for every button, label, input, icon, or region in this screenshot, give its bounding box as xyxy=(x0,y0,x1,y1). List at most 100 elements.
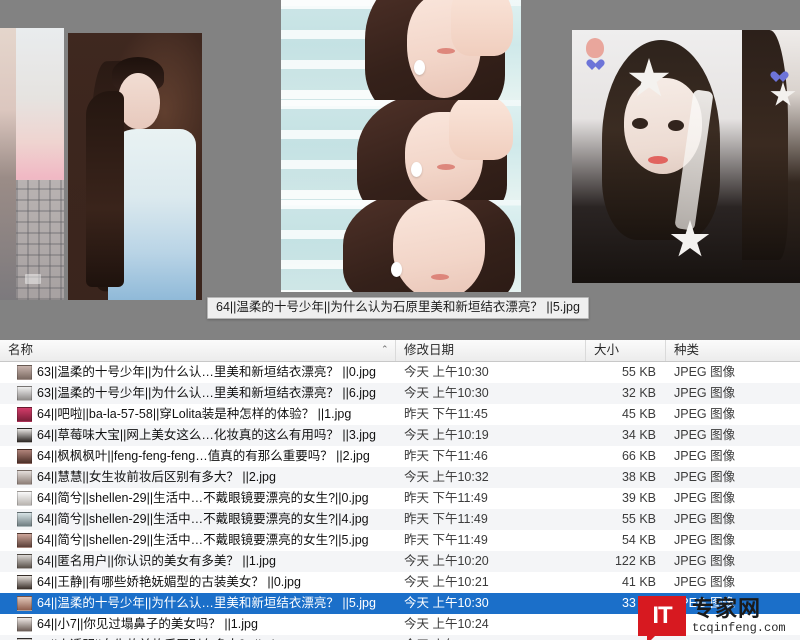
thumbnail-icon xyxy=(17,470,32,485)
column-header-name[interactable]: 名称 xyxy=(0,340,396,361)
file-size-cell: 41 KB xyxy=(621,575,656,589)
thumbnail-icon xyxy=(17,449,32,464)
file-size-cell xyxy=(566,635,656,640)
hand-shape xyxy=(451,0,513,56)
lips-shape xyxy=(648,156,668,164)
file-kind-cell: JPEG 图像 xyxy=(674,554,736,568)
triptych-pane-3 xyxy=(281,200,521,292)
file-date-cell: 今天 上午10:26 xyxy=(404,635,584,640)
file-kind-cell: JPEG 图像 xyxy=(674,407,736,421)
preview-photo-triptych[interactable] xyxy=(281,0,521,292)
file-date-cell: 昨天 下午11:49 xyxy=(404,491,488,505)
photo-content xyxy=(68,33,202,300)
hand-shape xyxy=(449,100,513,160)
table-row[interactable]: 63||温柔的十号少年||为什么认…里美和新垣结衣漂亮？ ||0.jpg 今天 上… xyxy=(0,362,800,383)
file-date-cell: 今天 上午10:21 xyxy=(404,575,489,589)
table-row[interactable]: 64||简兮||shellen-29||生活中…不戴眼镜要漂亮的女生?||4.j… xyxy=(0,509,800,530)
file-kind-cell: JPEG 图像 xyxy=(674,470,736,484)
table-row[interactable]: 64||小透明||女生妆前妆后区别有多大？ ||3.jpg 今天 上午10:26 xyxy=(0,635,800,640)
lips-shape xyxy=(437,164,455,170)
thumbnail-icon xyxy=(17,365,32,380)
heart-sticker-icon xyxy=(592,60,605,72)
file-size-cell: 66 KB xyxy=(621,449,656,463)
lips-shape xyxy=(437,48,455,54)
table-row[interactable]: 64||温柔的十号少年||为什么认…里美和新垣结衣漂亮？ ||5.jpg 今天 上… xyxy=(0,593,800,614)
file-name-cell: 64||王静||有哪些娇艳妩媚型的古装美女？ ||0.jpg xyxy=(37,575,301,589)
thumbnail-icon xyxy=(17,386,32,401)
file-name-cell: 64||慧慧||女生妆前妆后区别有多大？ ||2.jpg xyxy=(37,470,276,484)
face-shape xyxy=(118,73,160,129)
earring-shape xyxy=(411,162,422,177)
earring-shape xyxy=(391,262,402,277)
file-kind-cell: JPEG 图像 xyxy=(674,428,736,442)
thumbnail-icon xyxy=(17,428,32,443)
file-kind-cell: JPEG 图像 xyxy=(674,365,736,379)
file-size-cell: 54 KB xyxy=(621,533,656,547)
file-kind-cell: JPEG 图像 xyxy=(674,386,736,400)
table-row[interactable]: 64||简兮||shellen-29||生活中…不戴眼镜要漂亮的女生?||0.j… xyxy=(0,488,800,509)
file-name-cell: 64||匿名用户||你认识的美女有多美？ ||1.jpg xyxy=(37,554,276,568)
eye-shape xyxy=(632,118,648,129)
file-date-cell: 今天 上午10:32 xyxy=(404,470,489,484)
file-size-cell: 122 KB xyxy=(614,554,656,568)
file-size-cell xyxy=(566,614,656,635)
heart-sticker-icon xyxy=(776,72,789,84)
table-row[interactable]: 64||枫枫枫叶||feng-feng-feng…值真的有那么重要吗？ ||2.… xyxy=(0,446,800,467)
image-preview-area: 64||温柔的十号少年||为什么认为石原里美和新垣结衣漂亮？ ||5.jpg xyxy=(0,0,800,340)
table-row[interactable]: 64||慧慧||女生妆前妆后区别有多大？ ||2.jpg 今天 上午10:32 38… xyxy=(0,467,800,488)
table-row[interactable]: 64||小7||你见过塌鼻子的美女吗？ ||1.jpg 今天 上午10:24 xyxy=(0,614,800,635)
file-name-cell: 64||温柔的十号少年||为什么认…里美和新垣结衣漂亮？ ||5.jpg xyxy=(37,596,376,610)
file-name-cell: 64||简兮||shellen-29||生活中…不戴眼镜要漂亮的女生?||4.j… xyxy=(37,512,369,526)
table-row[interactable]: 64||吧啦||ba-la-57-58||穿Lolita装是种怎样的体验？ ||… xyxy=(0,404,800,425)
file-date-cell: 今天 上午10:19 xyxy=(404,428,489,442)
file-size-cell: 45 KB xyxy=(621,407,656,421)
file-name-cell: 64||简兮||shellen-29||生活中…不戴眼镜要漂亮的女生?||5.j… xyxy=(37,533,369,547)
petal-sticker-icon xyxy=(586,38,604,58)
file-size-cell: 39 KB xyxy=(621,491,656,505)
thumbnail-icon xyxy=(17,596,32,611)
file-kind-cell: JPEG 图像 xyxy=(674,575,736,589)
thumbnail-icon xyxy=(17,533,32,548)
file-size-cell: 32 KB xyxy=(621,386,656,400)
file-size-cell: 34 KB xyxy=(621,428,656,442)
thumbnail-icon xyxy=(17,512,32,527)
file-size-cell: 55 KB xyxy=(621,512,656,526)
table-row[interactable]: 64||草莓味大宝||网上美女这么…化妆真的这么有用吗？ ||3.jpg 今天 上… xyxy=(0,425,800,446)
triptych-pane-2 xyxy=(281,100,521,200)
file-kind-cell: JPEG 图像 xyxy=(674,512,736,526)
table-row[interactable]: 63||温柔的十号少年||为什么认…里美和新垣结衣漂亮？ ||6.jpg 今天 上… xyxy=(0,383,800,404)
file-name-cell: 64||简兮||shellen-29||生活中…不戴眼镜要漂亮的女生?||0.j… xyxy=(37,491,369,505)
table-row[interactable]: 64||王静||有哪些娇艳妩媚型的古装美女？ ||0.jpg 今天 上午10:21… xyxy=(0,572,800,593)
photo-content xyxy=(742,30,800,283)
sort-ascending-icon[interactable]: ⌃ xyxy=(381,345,389,354)
column-header-kind[interactable]: 种类 xyxy=(666,340,800,361)
filename-tooltip: 64||温柔的十号少年||为什么认为石原里美和新垣结衣漂亮？ ||5.jpg xyxy=(207,297,589,319)
table-row[interactable]: 64||简兮||shellen-29||生活中…不戴眼镜要漂亮的女生?||5.j… xyxy=(0,530,800,551)
thumbnail-icon xyxy=(17,575,32,590)
file-kind-cell xyxy=(674,635,794,640)
preview-photo-selfie[interactable] xyxy=(572,30,742,283)
thumbnail-icon xyxy=(17,491,32,506)
file-date-cell: 昨天 下午11:46 xyxy=(404,449,488,463)
file-date-cell: 今天 上午10:30 xyxy=(404,596,489,610)
file-name-cell: 64||小7||你见过塌鼻子的美女吗？ ||1.jpg xyxy=(37,617,258,631)
preview-photo-hanfu-portrait[interactable] xyxy=(68,33,202,300)
table-row[interactable]: 64||匿名用户||你认识的美女有多美？ ||1.jpg 今天 上午10:20 12… xyxy=(0,551,800,572)
thumbnail-icon xyxy=(17,407,32,422)
file-name-cell: 64||吧啦||ba-la-57-58||穿Lolita装是种怎样的体验？ ||… xyxy=(37,407,352,421)
file-size-cell: 33 KB xyxy=(621,596,656,610)
file-date-cell: 昨天 下午11:45 xyxy=(404,407,488,421)
thumbnail-icon xyxy=(17,554,32,569)
file-name-cell: 63||温柔的十号少年||为什么认…里美和新垣结衣漂亮？ ||6.jpg xyxy=(37,386,376,400)
preview-photo-plaid-girl[interactable] xyxy=(16,28,64,300)
preview-photo-rightmost[interactable] xyxy=(742,30,800,283)
column-header-date[interactable]: 修改日期 xyxy=(396,340,586,361)
column-header-size[interactable]: 大小 xyxy=(586,340,666,361)
thumbnail-icon xyxy=(17,617,32,632)
file-kind-cell: JPEG 图像 xyxy=(674,491,736,505)
file-rows-container: 63||温柔的十号少年||为什么认…里美和新垣结衣漂亮？ ||0.jpg 今天 上… xyxy=(0,362,800,640)
earring-shape xyxy=(414,60,425,75)
file-date-cell: 昨天 下午11:49 xyxy=(404,533,488,547)
file-name-cell: 63||温柔的十号少年||为什么认…里美和新垣结衣漂亮？ ||0.jpg xyxy=(37,365,376,379)
file-kind-cell: JPEG 图像 xyxy=(674,449,736,463)
